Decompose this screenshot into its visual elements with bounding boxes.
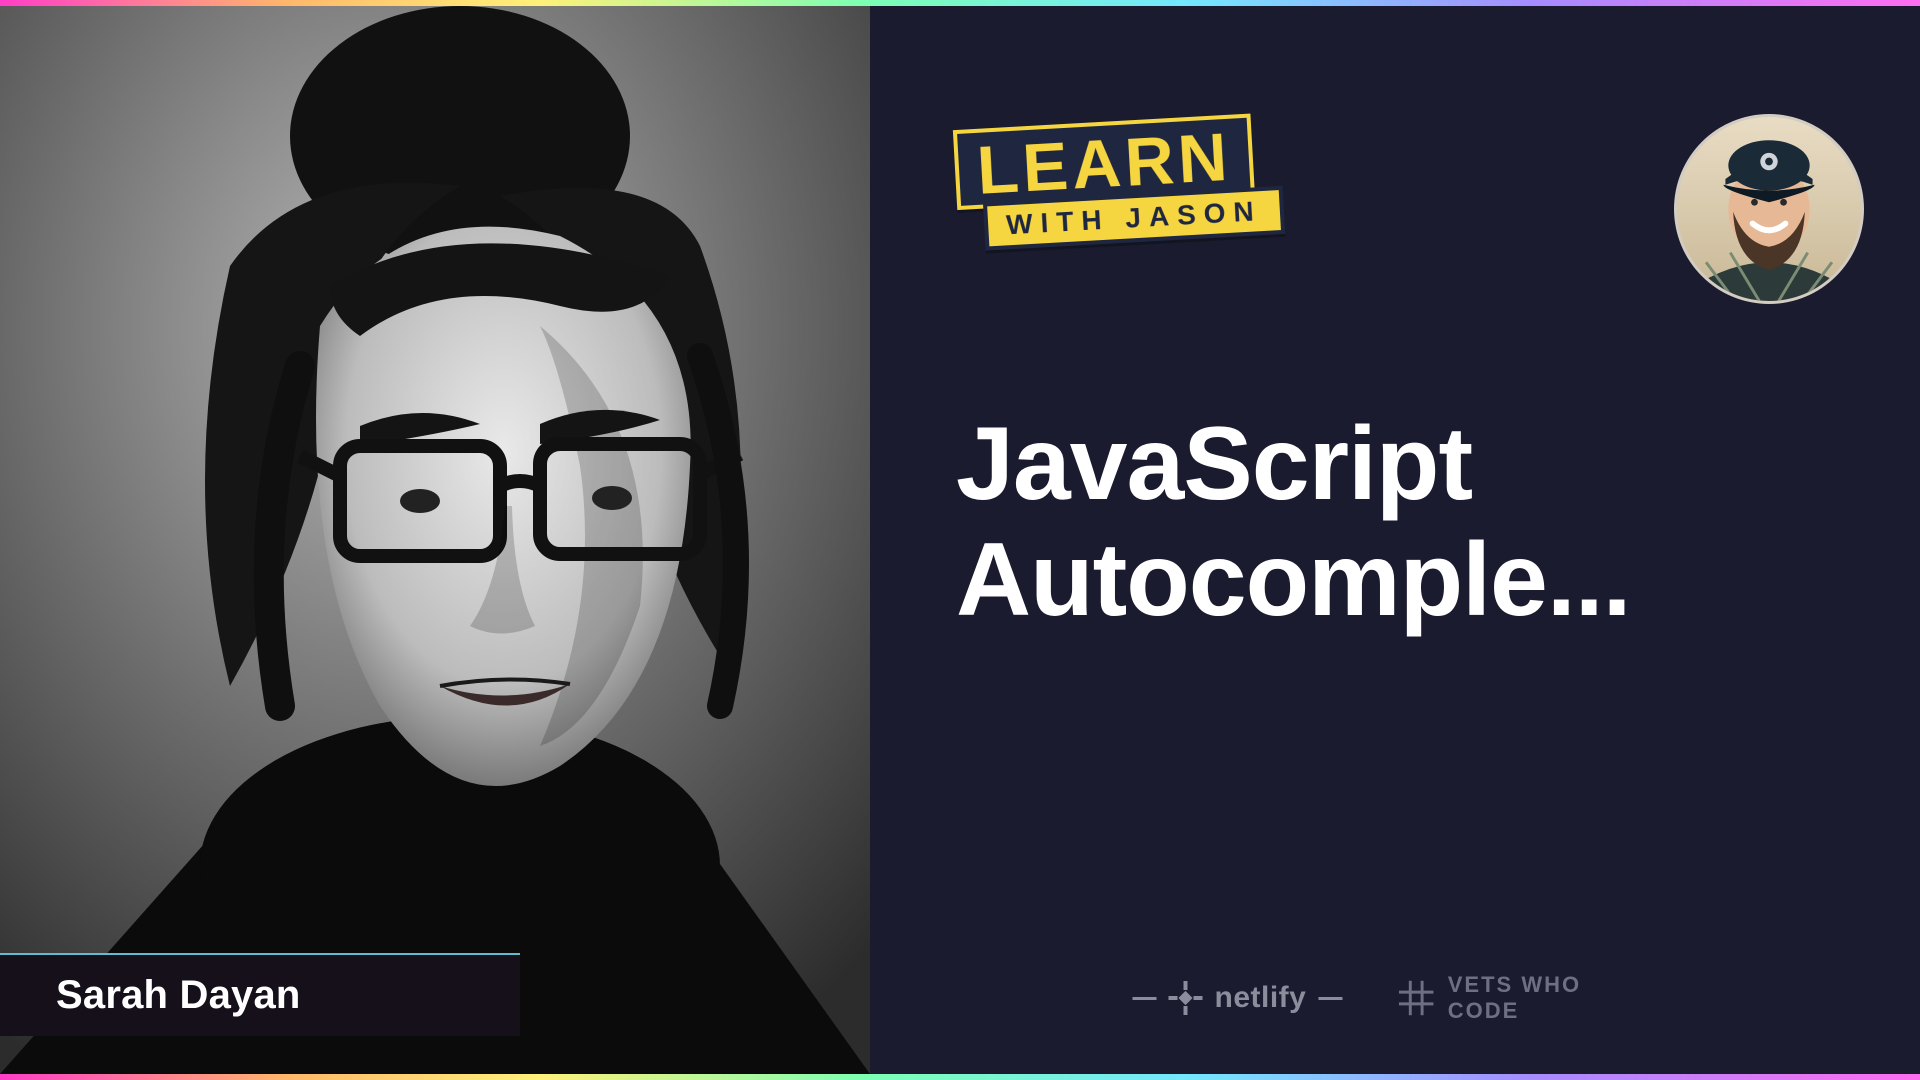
episode-card: Sarah Dayan LEARN WITH JASON bbox=[0, 0, 1920, 1080]
netlify-dash-right bbox=[1318, 997, 1342, 1000]
guest-name-plate: Sarah Dayan bbox=[0, 953, 520, 1036]
content-row: Sarah Dayan LEARN WITH JASON bbox=[0, 6, 1920, 1074]
guest-photo bbox=[0, 6, 870, 1074]
sponsor-netlify: netlify bbox=[1133, 981, 1343, 1015]
host-avatar bbox=[1674, 114, 1864, 304]
episode-title: JavaScript Autocomple... bbox=[956, 406, 1860, 639]
netlify-dash-left bbox=[1133, 997, 1157, 1000]
vets-who-code-icon bbox=[1396, 978, 1435, 1018]
guest-photo-panel: Sarah Dayan bbox=[0, 6, 870, 1074]
info-panel: LEARN WITH JASON bbox=[870, 6, 1920, 1074]
netlify-icon bbox=[1169, 981, 1203, 1015]
guest-name: Sarah Dayan bbox=[56, 973, 301, 1017]
sponsors-row: netlify VETS WHO CODE bbox=[1133, 972, 1658, 1024]
sponsor-vwc-label: VETS WHO CODE bbox=[1448, 972, 1658, 1024]
learn-with-jason-logo: LEARN WITH JASON bbox=[953, 112, 1285, 252]
sponsor-vets-who-code: VETS WHO CODE bbox=[1396, 972, 1657, 1024]
gradient-border-bottom bbox=[0, 1074, 1920, 1080]
logo-word-with-jason: WITH JASON bbox=[1005, 195, 1262, 240]
sponsor-netlify-label: netlify bbox=[1215, 981, 1307, 1015]
